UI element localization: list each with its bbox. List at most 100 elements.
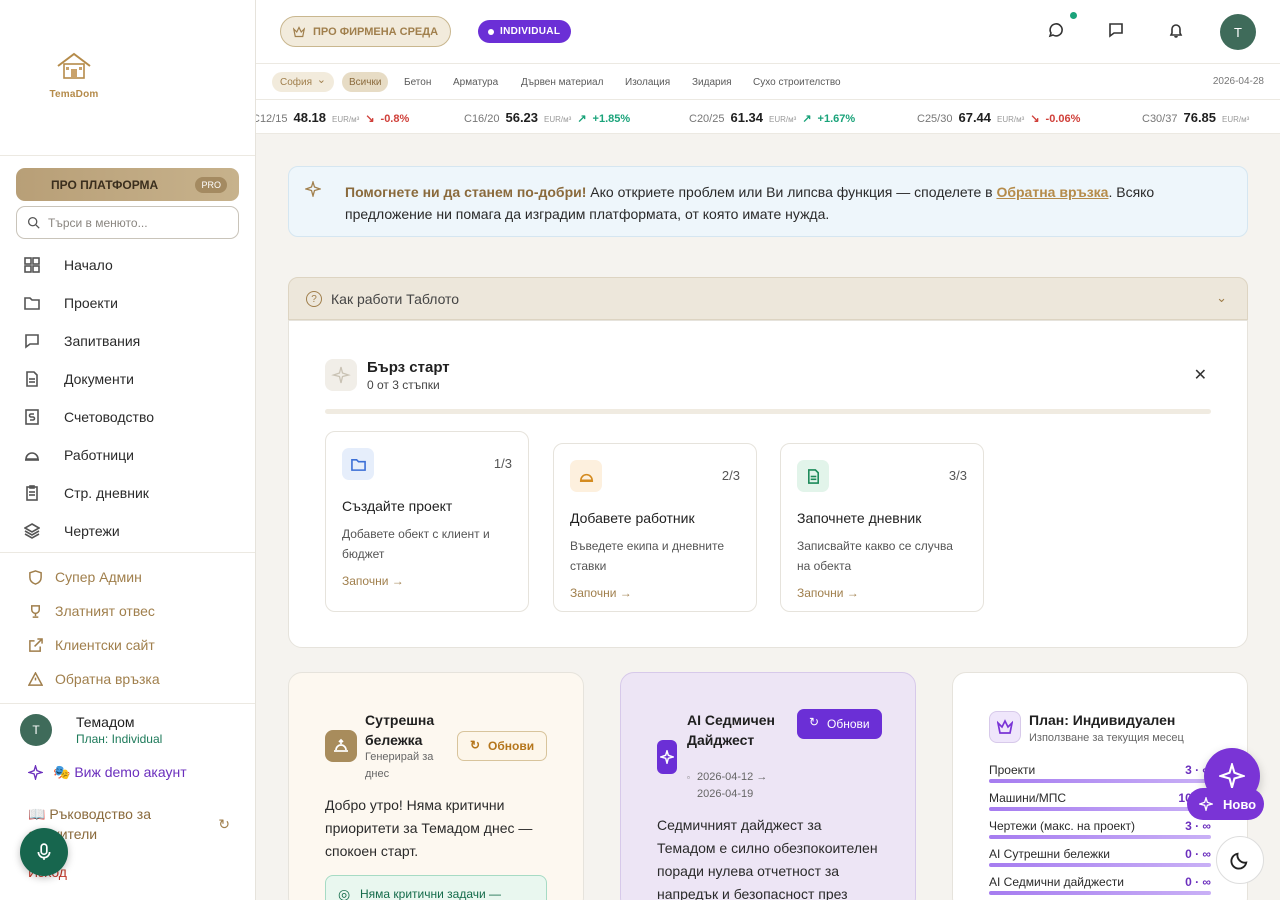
pro-environment-pill[interactable]: ПРО ФИРМЕНА СРЕДА	[280, 16, 452, 47]
category-insulation[interactable]: Изолация	[618, 72, 677, 92]
new-features-button[interactable]: Ново	[1187, 788, 1264, 820]
sidebar-item-drawings[interactable]: Чертежи	[0, 512, 255, 550]
calendar-icon: ▫	[687, 773, 690, 782]
sparkle-icon	[331, 366, 351, 384]
sparkle-icon	[305, 181, 321, 197]
quick-start-panel: Бърз старт 0 от 3 стъпки ✕ 1/3 Създайте …	[288, 320, 1248, 648]
crown-icon	[293, 26, 305, 38]
pro-environment-label: ПРО ФИРМЕНА СРЕДА	[313, 25, 439, 38]
plan-pill[interactable]: INDIVIDUAL	[478, 20, 572, 43]
step-start-link[interactable]: Започни →	[570, 586, 740, 600]
ticker-grade: C20/25	[689, 113, 725, 125]
sparkle-icon	[657, 740, 677, 774]
sidebar-item-feedback[interactable]: Обратна връзка	[0, 662, 255, 696]
sidebar-item-home[interactable]: Начало	[0, 246, 255, 284]
step-title: Добавете работник	[570, 510, 695, 526]
user-profile[interactable]: T Темадом План: Individual	[20, 714, 162, 746]
step-number: 1/3	[493, 456, 512, 471]
ticker-change: +1.85%	[592, 113, 631, 125]
dollar-icon	[25, 409, 39, 425]
step-description: Добавете обект с клиент и бюджет	[342, 527, 490, 561]
step-description: Записвайте какво се случва на обекта	[797, 539, 953, 573]
plan-usage-row: Чертежи (макс. на проект) 3 · ∞	[989, 819, 1211, 847]
category-concrete[interactable]: Бетон	[397, 72, 438, 92]
step-number: 2/3	[721, 468, 740, 483]
ticker-grade: C30/37	[1142, 113, 1178, 125]
close-icon[interactable]: ✕	[1194, 365, 1207, 385]
external-link-icon	[29, 637, 43, 652]
how-it-works-accordion[interactable]: ? Как работи Таблото ⌄	[288, 277, 1248, 320]
plan-pill-label: INDIVIDUAL	[500, 26, 561, 37]
ticker-unit: EUR/м³	[1222, 115, 1250, 124]
quick-start-step[interactable]: 1/3 Създайте проект Добавете обект с кли…	[325, 431, 529, 612]
trend-up-icon: ↗	[802, 113, 812, 125]
sidebar-item-label: Стр. дневник	[64, 485, 149, 501]
step-start-link[interactable]: Започни →	[797, 586, 967, 600]
category-all[interactable]: Всички	[342, 72, 389, 92]
ticker-grade: C25/30	[917, 113, 953, 125]
house-logo-icon	[57, 52, 91, 79]
usage-bar	[989, 891, 1211, 895]
ai-digest-date-range: ▫ 2026-04-12 → 2026-04-19	[687, 769, 787, 803]
refresh-label: Обнови	[488, 739, 535, 753]
chat-square-icon	[1109, 23, 1123, 38]
check-circle-icon: ◎	[338, 886, 351, 900]
ticker-unit: EUR/м³	[997, 115, 1025, 124]
feedback-headline: Помогнете ни да станем по-добри!	[345, 184, 587, 200]
category-timber[interactable]: Дървен материал	[514, 72, 610, 92]
city-select[interactable]: София	[272, 72, 335, 92]
ai-digest-refresh-button[interactable]: ↻ Обнови	[797, 709, 882, 739]
plan-row-label: AI Сутрешни бележки	[989, 847, 1111, 861]
hardhat-icon	[25, 452, 39, 461]
step-start-link[interactable]: Започни →	[342, 574, 512, 588]
sidebar-item-workers[interactable]: Работници	[0, 436, 255, 474]
theme-toggle-button[interactable]	[1216, 836, 1264, 884]
category-masonry[interactable]: Зидария	[685, 72, 739, 92]
menu-search-input[interactable]: Търси в менюто...	[16, 206, 239, 239]
category-drywall[interactable]: Сухо строителство	[746, 72, 848, 92]
ticker-price: 48.18	[293, 110, 327, 125]
ai-digest-title: AI Седмичен Дайджест	[687, 712, 776, 748]
sidebar-item-documents[interactable]: Документи	[0, 360, 255, 398]
refresh-icon[interactable]: ↻	[218, 816, 230, 833]
layers-icon	[24, 523, 40, 539]
voice-assistant-button[interactable]	[20, 828, 68, 876]
ticker-item: C16/20 56.23 EUR/м³ ↗ +1.85%	[464, 110, 630, 125]
document-icon	[797, 460, 829, 492]
step-title: Създайте проект	[342, 498, 453, 514]
demo-account-label: 🎭 Виж demo акаунт	[53, 764, 187, 780]
clipboard-icon	[26, 485, 38, 501]
sidebar-item-client-site[interactable]: Клиентски сайт	[0, 628, 255, 662]
user-avatar-button[interactable]: T	[1220, 14, 1256, 50]
sidebar-item-inquiries[interactable]: Запитвания	[0, 322, 255, 360]
morning-refresh-button[interactable]: ↻ Обнови	[457, 731, 548, 761]
ticker-grade: C16/20	[464, 113, 500, 125]
chevron-down-icon: ⌄	[1216, 290, 1227, 305]
notifications-button[interactable]	[1168, 22, 1188, 42]
logo[interactable]: TemaDom	[46, 50, 102, 100]
pro-platform-button[interactable]: ПРО ПЛАТФОРМА PRO	[16, 168, 239, 201]
feedback-link[interactable]: Обратна връзка	[996, 184, 1108, 200]
sidebar-item-accounting[interactable]: Счетоводство	[0, 398, 255, 436]
category-rebar[interactable]: Арматура	[446, 72, 505, 92]
user-name: Темадом	[76, 714, 135, 730]
trophy-icon	[31, 604, 40, 618]
sidebar-item-site-diary[interactable]: Стр. дневник	[0, 474, 255, 512]
hardhat-icon	[570, 460, 602, 492]
sidebar-item-super-admin[interactable]: Супер Админ	[0, 560, 255, 594]
sidebar-item-label: Чертежи	[64, 523, 120, 539]
demo-account-link[interactable]: 🎭 Виж demo акаунт	[28, 764, 187, 781]
messages-button[interactable]	[1108, 22, 1128, 42]
plan-row-value: 0 · ∞	[1185, 847, 1211, 861]
ticker-unit: EUR/м³	[769, 115, 797, 124]
plan-usage-row: AI Седмични дайджести 0 · ∞	[989, 875, 1211, 900]
morning-note-title: Сутрешна бележка	[365, 712, 435, 748]
morning-note-subtitle: Генерирай за днес	[365, 751, 434, 780]
sidebar-item-projects[interactable]: Проекти	[0, 284, 255, 322]
sidebar-item-golden-plumb[interactable]: Златният отвес	[0, 594, 255, 628]
quick-start-step[interactable]: 3/3 Започнете дневник Записвайте какво с…	[780, 443, 984, 612]
menu-search-placeholder: Търси в менюто...	[48, 215, 148, 230]
avatar: T	[20, 714, 52, 746]
ai-chat-button[interactable]	[1048, 22, 1068, 42]
quick-start-step[interactable]: 2/3 Добавете работник Въведете екипа и д…	[553, 443, 757, 612]
